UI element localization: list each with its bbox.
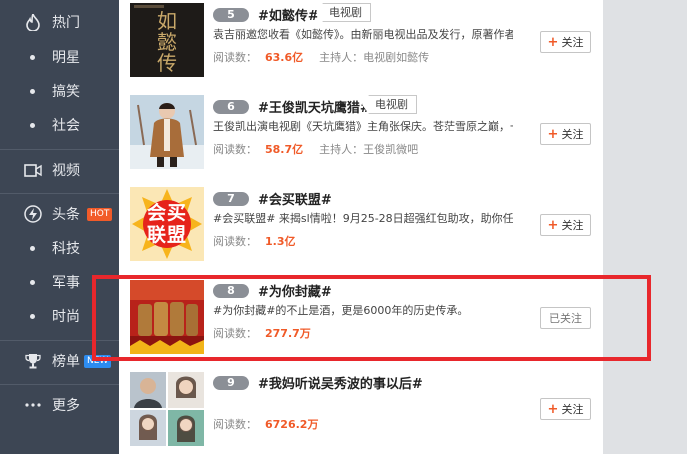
reads-label: 阅读数： — [213, 418, 257, 431]
topic-thumbnail[interactable] — [130, 372, 204, 446]
sidebar-item-label: 更多 — [52, 398, 80, 414]
reads-count: 6726.2万 — [265, 418, 319, 431]
topic-title[interactable]: #会买联盟# — [258, 189, 332, 208]
topic-row: 9 #我妈听说吴秀波的事以后# 阅读数： 6726.2万 + 关注 — [119, 368, 603, 454]
topic-thumbnail[interactable]: 会买联盟 — [130, 187, 204, 261]
fire-icon — [24, 13, 42, 31]
reads-count: 1.3亿 — [265, 235, 296, 248]
follow-label: 关注 — [561, 36, 584, 49]
bullet-icon — [30, 54, 35, 60]
topic-title[interactable]: #如懿传# — [258, 5, 319, 24]
rank-badge: 9 — [213, 376, 249, 390]
plus-icon: + — [547, 217, 559, 233]
topic-description: 袁吉丽邀您收看《如懿传》。由新丽电视出品及发行，原著作者流潋紫编 — [213, 28, 513, 41]
follow-label: 关注 — [561, 403, 584, 416]
reads-count: 63.6亿 — [265, 51, 304, 64]
sidebar-item-label: 社会 — [52, 118, 80, 134]
rank-badge: 6 — [213, 100, 249, 114]
thumb-logo-text: 会买联盟 — [146, 202, 187, 246]
sidebar-item-label: 时尚 — [52, 309, 80, 325]
divider — [0, 149, 119, 150]
category-tag[interactable]: 电视剧 — [316, 3, 371, 22]
topic-row: 6 #王俊凯天坑鹰猎# 电视剧 王俊凯出演电视剧《天坑鹰猎》主角张保庆。苍茫雪原… — [119, 92, 603, 184]
plus-icon: + — [547, 34, 559, 50]
sidebar-item-label: 军事 — [52, 275, 80, 291]
sidebar-item-label: 榜单 — [52, 354, 80, 370]
sidebar-item-label: 热门 — [52, 15, 80, 31]
highlight-box — [92, 275, 651, 361]
topic-meta: 阅读数： 63.6亿 主持人：电视剧如懿传 — [213, 49, 429, 65]
topic-meta: 阅读数： 6726.2万 — [213, 416, 318, 432]
topic-thumbnail[interactable]: 如懿传 — [130, 3, 204, 77]
host-label: 主持人：王俊凯微吧 — [319, 143, 419, 156]
bullet-icon — [30, 88, 35, 94]
reads-label: 阅读数： — [213, 235, 257, 248]
topic-row: 如懿传 5 #如懿传# 电视剧 袁吉丽邀您收看《如懿传》。由新丽电视出品及发行，… — [119, 0, 603, 92]
topic-meta: 阅读数： 1.3亿 — [213, 233, 296, 249]
sidebar-item-label: 搞笑 — [52, 84, 80, 100]
hot-badge: HOT — [87, 208, 113, 221]
sidebar-item-tech[interactable]: 科技 — [0, 231, 119, 265]
thumb-title: 如懿传 — [157, 9, 177, 75]
topic-title[interactable]: #我妈听说吴秀波的事以后# — [258, 373, 423, 392]
more-icon — [24, 396, 42, 414]
sidebar: 热门 明星 搞笑 社会 视频 头条 HOT 科技 军事 时尚 榜单 NEW 更多 — [0, 0, 119, 454]
topic-description: #会买联盟# 来揭sl情啦！9月25-28日超强红包助攻，助你任性买买买！ — [213, 212, 513, 225]
reads-count: 58.7亿 — [265, 143, 304, 156]
sidebar-item-society[interactable]: 社会 — [0, 108, 119, 142]
sidebar-item-celebrity[interactable]: 明星 — [0, 40, 119, 74]
bullet-icon — [30, 122, 35, 128]
divider — [0, 384, 119, 385]
sidebar-item-funny[interactable]: 搞笑 — [0, 74, 119, 108]
video-icon — [24, 161, 42, 179]
follow-button[interactable]: + 关注 — [540, 398, 591, 420]
bullet-icon — [30, 279, 35, 285]
topic-meta: 阅读数： 58.7亿 主持人：王俊凯微吧 — [213, 141, 418, 157]
sidebar-item-label: 视频 — [52, 163, 80, 179]
topic-description: 王俊凯出演电视剧《天坑鹰猎》主角张保庆。苍茫雪原之巅，一腔一少年 — [213, 120, 513, 133]
topic-title[interactable]: #王俊凯天坑鹰猎# — [258, 97, 371, 116]
plus-icon: + — [547, 126, 559, 142]
follow-button[interactable]: + 关注 — [540, 123, 591, 145]
sidebar-item-more[interactable]: 更多 — [0, 388, 119, 422]
bullet-icon — [30, 313, 35, 319]
follow-button[interactable]: + 关注 — [540, 31, 591, 53]
sidebar-item-hot[interactable]: 热门 — [0, 5, 119, 39]
bullet-icon — [30, 245, 35, 251]
topic-list: 如懿传 5 #如懿传# 电视剧 袁吉丽邀您收看《如懿传》。由新丽电视出品及发行，… — [119, 0, 603, 454]
sidebar-item-label: 头条 — [52, 207, 80, 223]
follow-label: 关注 — [561, 128, 584, 141]
follow-button[interactable]: + 关注 — [540, 214, 591, 236]
sidebar-item-label: 科技 — [52, 241, 80, 257]
lightning-icon — [24, 205, 42, 223]
rank-badge: 5 — [213, 8, 249, 22]
topic-thumbnail[interactable] — [130, 95, 204, 169]
topic-row: 会买联盟 7 #会买联盟# #会买联盟# 来揭sl情啦！9月25-28日超强红包… — [119, 184, 603, 276]
reads-label: 阅读数： — [213, 51, 257, 64]
plus-icon: + — [547, 401, 559, 417]
category-tag[interactable]: 电视剧 — [362, 95, 417, 114]
follow-label: 关注 — [561, 219, 584, 232]
sidebar-item-video[interactable]: 视频 — [0, 153, 119, 187]
main-area: 如懿传 5 #如懿传# 电视剧 袁吉丽邀您收看《如懿传》。由新丽电视出品及发行，… — [119, 0, 687, 454]
host-label: 主持人：电视剧如懿传 — [319, 51, 430, 64]
sidebar-item-label: 明星 — [52, 50, 80, 66]
trophy-icon — [24, 352, 42, 370]
divider — [0, 193, 119, 194]
rank-badge: 7 — [213, 192, 249, 206]
reads-label: 阅读数： — [213, 143, 257, 156]
